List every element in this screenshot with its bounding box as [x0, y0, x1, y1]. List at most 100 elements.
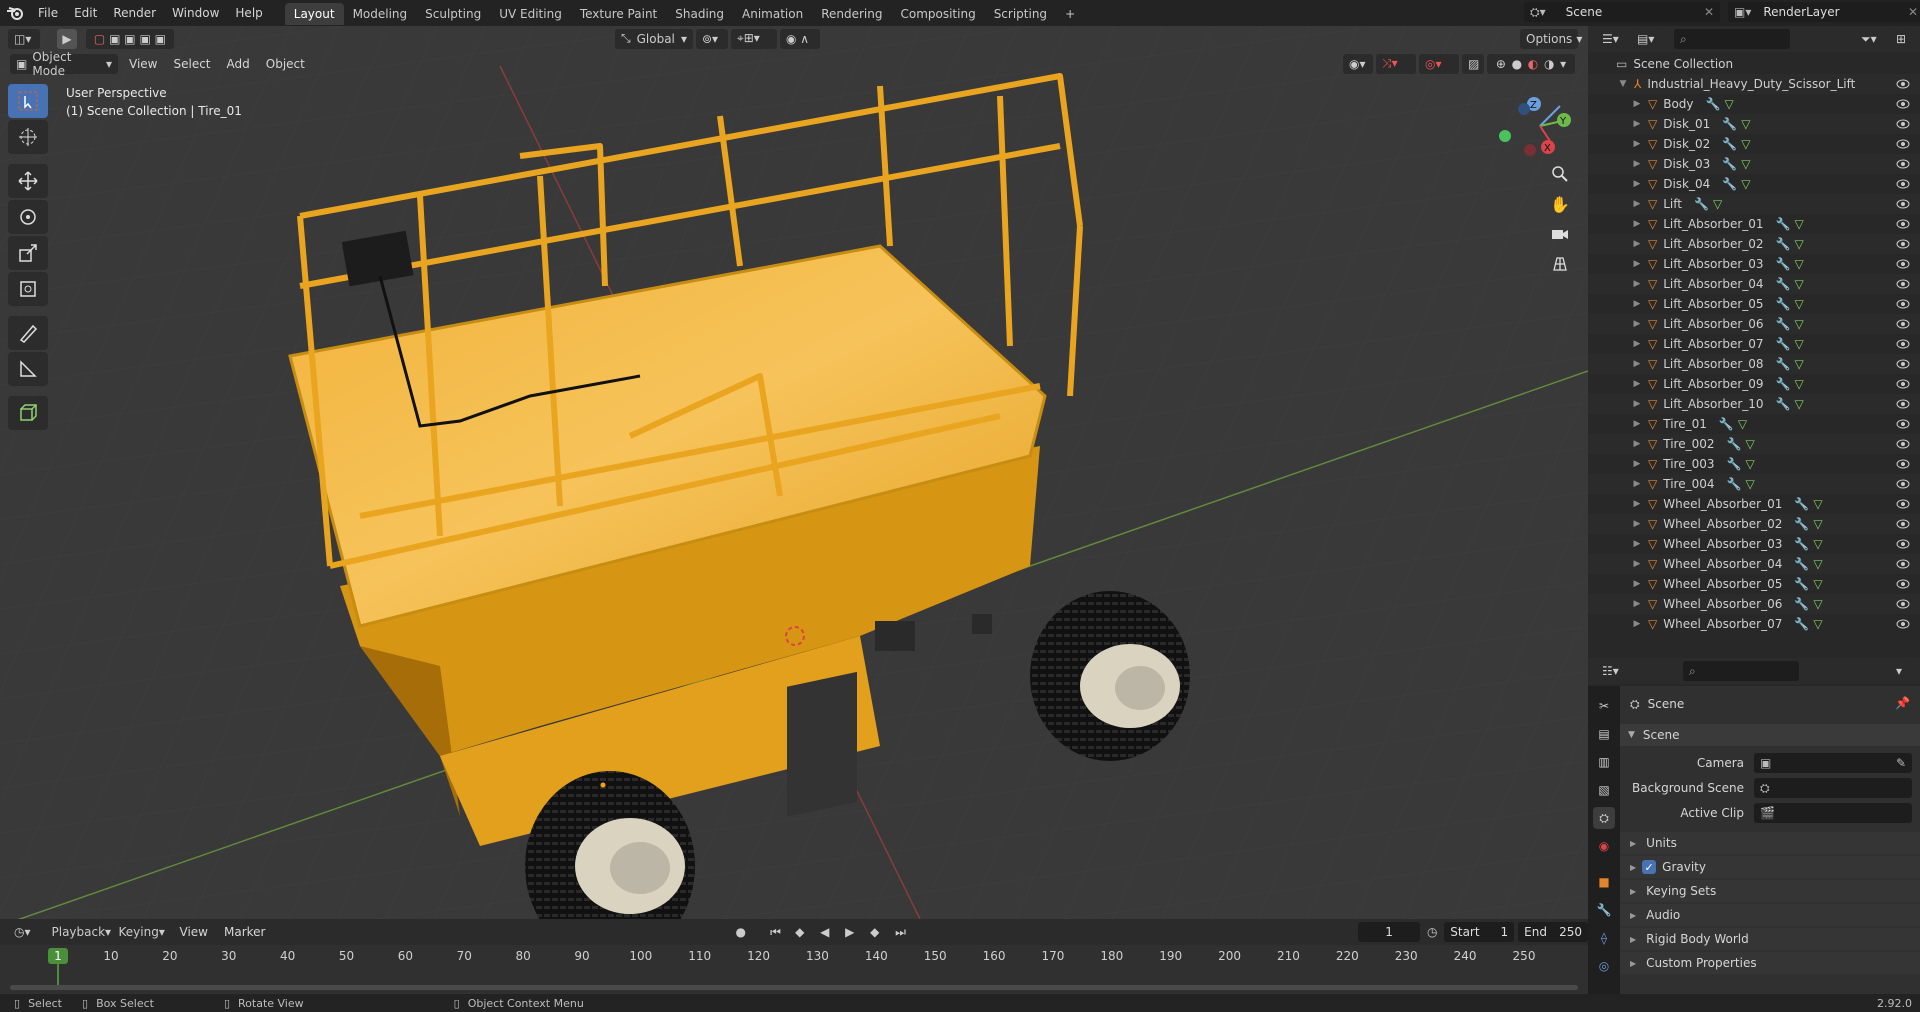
mesh-data-icon[interactable]: ▽ [1794, 357, 1803, 371]
eye-icon[interactable] [1896, 479, 1910, 489]
object-tab-icon[interactable]: ■ [1593, 871, 1615, 893]
eye-icon[interactable] [1896, 99, 1910, 109]
transform-orientation-dropdown[interactable]: ⤡ Global ▾ [615, 28, 693, 49]
mesh-data-icon[interactable]: ▽ [1794, 397, 1803, 411]
render-tab-icon[interactable]: ▤ [1593, 723, 1615, 745]
play-icon[interactable]: ▶ [841, 922, 862, 942]
eye-icon[interactable] [1896, 219, 1910, 229]
end-frame-field[interactable]: End 250 [1518, 922, 1588, 942]
expand-triangle-icon[interactable]: ▶ [1632, 359, 1642, 369]
mesh-data-icon[interactable]: ▽ [1794, 277, 1803, 291]
preview-range-icon[interactable]: ◷ [1424, 922, 1442, 942]
expand-triangle-icon[interactable]: ▶ [1632, 459, 1642, 469]
outliner-item-disk-04[interactable]: ▶ ▽ Disk_04 🔧 ▽ [1588, 174, 1920, 194]
outliner-item-lift[interactable]: ▶ ▽ Lift 🔧 ▽ [1588, 194, 1920, 214]
pan-hand-icon[interactable]: ✋ [1546, 190, 1574, 218]
select-invert-icon[interactable]: ▣ [139, 32, 150, 46]
mesh-data-icon[interactable]: ▽ [1741, 157, 1750, 171]
custom-properties-panel-header[interactable]: ▶ Custom Properties [1620, 952, 1920, 974]
eye-icon[interactable] [1896, 339, 1910, 349]
transform-tool[interactable] [8, 272, 48, 306]
modifier-wrench-icon[interactable]: 🔧 [1727, 437, 1742, 451]
options-dropdown[interactable]: Options ▾ [1520, 28, 1582, 49]
chevron-down-icon[interactable]: ▾ [1560, 57, 1566, 71]
data-tab-icon[interactable]: ⟠ [1593, 927, 1615, 949]
select-intersect-icon[interactable]: ▣ [155, 32, 166, 46]
tab-scripting[interactable]: Scripting [985, 3, 1056, 25]
mesh-data-icon[interactable]: ▽ [1741, 137, 1750, 151]
eye-icon[interactable] [1896, 359, 1910, 369]
select-extend-icon[interactable]: ▣ [109, 32, 120, 46]
modifier-wrench-icon[interactable]: 🔧 [1776, 257, 1791, 271]
outliner-item-wheel-absorber-01[interactable]: ▶ ▽ Wheel_Absorber_01 🔧 ▽ [1588, 494, 1920, 514]
outliner-item-lift-absorber-03[interactable]: ▶ ▽ Lift_Absorber_03 🔧 ▽ [1588, 254, 1920, 274]
timeline-scrollbar[interactable] [10, 985, 1578, 990]
tab-modeling[interactable]: Modeling [344, 3, 417, 25]
eye-icon[interactable] [1896, 599, 1910, 609]
eye-icon[interactable] [1896, 379, 1910, 389]
rendered-shading-icon[interactable]: ◑ [1544, 57, 1554, 71]
selection-mode-group[interactable]: ▢ ▣ ▣ ▣ ▣ [86, 28, 174, 49]
add-workspace-button[interactable]: + [1056, 3, 1084, 25]
timeline-editor-type[interactable]: ◷▾ [8, 922, 37, 942]
pin-icon[interactable]: 📌 [1895, 696, 1910, 710]
outliner-item-wheel-absorber-04[interactable]: ▶ ▽ Wheel_Absorber_04 🔧 ▽ [1588, 554, 1920, 574]
expand-triangle-icon[interactable]: ▶ [1632, 219, 1642, 229]
modifier-wrench-icon[interactable]: 🔧 [1776, 397, 1791, 411]
select-subtract-icon[interactable]: ▣ [124, 32, 135, 46]
outliner-item-lift-absorber-08[interactable]: ▶ ▽ Lift_Absorber_08 🔧 ▽ [1588, 354, 1920, 374]
outliner-item-lift-absorber-09[interactable]: ▶ ▽ Lift_Absorber_09 🔧 ▽ [1588, 374, 1920, 394]
modifier-wrench-icon[interactable]: 🔧 [1694, 197, 1709, 211]
outliner-item-lift-absorber-02[interactable]: ▶ ▽ Lift_Absorber_02 🔧 ▽ [1588, 234, 1920, 254]
properties-editor[interactable]: ☷▾ ⌕ ▾ ✂ ▤ ▥ ▧ ⛭ ◉ ■ 🔧 ⟠ ◎ ⛭ Scene 📌 ▼ S… [1588, 658, 1920, 994]
mesh-data-icon[interactable]: ▽ [1745, 457, 1754, 471]
outliner-item-disk-01[interactable]: ▶ ▽ Disk_01 🔧 ▽ [1588, 114, 1920, 134]
outliner-item-lift-absorber-05[interactable]: ▶ ▽ Lift_Absorber_05 🔧 ▽ [1588, 294, 1920, 314]
expand-triangle-icon[interactable]: ▶ [1632, 99, 1642, 109]
auto-keying-toggle[interactable]: ● [729, 922, 760, 942]
view-layer-selector[interactable]: ▣▾ RenderLayer ✕ [1728, 2, 1920, 22]
modifier-wrench-icon[interactable]: 🔧 [1776, 317, 1791, 331]
modifier-wrench-icon[interactable]: 🔧 [1794, 557, 1809, 571]
expand-triangle-icon[interactable]: ▶ [1632, 139, 1642, 149]
shading-mode-group[interactable]: ⊕ ● ◐ ◑ ▾ [1487, 53, 1575, 74]
overlay-toggle-icon[interactable]: ◎▾ [1419, 53, 1459, 74]
cursor-tool[interactable] [8, 120, 48, 154]
outliner-search-input[interactable]: ⌕ [1674, 29, 1790, 49]
eye-icon[interactable] [1896, 79, 1910, 89]
mesh-data-icon[interactable]: ▽ [1745, 477, 1754, 491]
gravity-checkbox[interactable]: ✓ [1642, 860, 1657, 874]
modifier-wrench-icon[interactable]: 🔧 [1776, 237, 1791, 251]
outliner-item-wheel-absorber-07[interactable]: ▶ ▽ Wheel_Absorber_07 🔧 ▽ [1588, 614, 1920, 634]
editor-type-button[interactable]: ◫▾ [8, 28, 40, 49]
modifier-wrench-icon[interactable]: 🔧 [1794, 617, 1809, 631]
jump-start-icon[interactable]: ⏮ [766, 922, 787, 942]
material-shading-icon[interactable]: ◐ [1528, 57, 1538, 71]
add-cube-tool[interactable] [8, 396, 48, 430]
mesh-data-icon[interactable]: ▽ [1794, 257, 1803, 271]
outliner-item-disk-02[interactable]: ▶ ▽ Disk_02 🔧 ▽ [1588, 134, 1920, 154]
keying-dropdown[interactable]: Keying ▾ [112, 922, 169, 942]
modifier-wrench-icon[interactable]: 🔧 [1727, 477, 1742, 491]
select-tool-button[interactable]: ▶ [57, 28, 77, 49]
camera-field[interactable]: ▣ ✎ [1754, 753, 1912, 773]
viewport-menu-object[interactable]: Object [258, 51, 313, 77]
mesh-data-icon[interactable]: ▽ [1813, 497, 1822, 511]
modifier-wrench-icon[interactable]: 🔧 [1722, 177, 1737, 191]
filter-dropdown[interactable]: ⏷▾ [1855, 29, 1887, 49]
move-tool[interactable] [8, 164, 48, 198]
outliner-item-lift-absorber-07[interactable]: ▶ ▽ Lift_Absorber_07 🔧 ▽ [1588, 334, 1920, 354]
mesh-data-icon[interactable]: ▽ [1794, 237, 1803, 251]
output-tab-icon[interactable]: ▥ [1593, 751, 1615, 773]
modifier-wrench-icon[interactable]: 🔧 [1794, 577, 1809, 591]
expand-triangle-icon[interactable]: ▶ [1632, 119, 1642, 129]
mesh-data-icon[interactable]: ▽ [1813, 517, 1822, 531]
timeline-menu-view[interactable]: View [172, 919, 216, 945]
modifier-wrench-icon[interactable]: 🔧 [1706, 97, 1721, 111]
expand-triangle-icon[interactable]: ▶ [1632, 299, 1642, 309]
background-scene-field[interactable]: ⛭ [1754, 778, 1912, 798]
outliner[interactable]: ☰▾ ▤▾ ⌕ ⏷▾ ⊞ ▭ Scene Collection ▼ ⅄ Indu… [1588, 26, 1920, 658]
playback-dropdown[interactable]: Playback ▾ [45, 922, 111, 942]
eye-icon[interactable] [1896, 419, 1910, 429]
mesh-data-icon[interactable]: ▽ [1794, 217, 1803, 231]
